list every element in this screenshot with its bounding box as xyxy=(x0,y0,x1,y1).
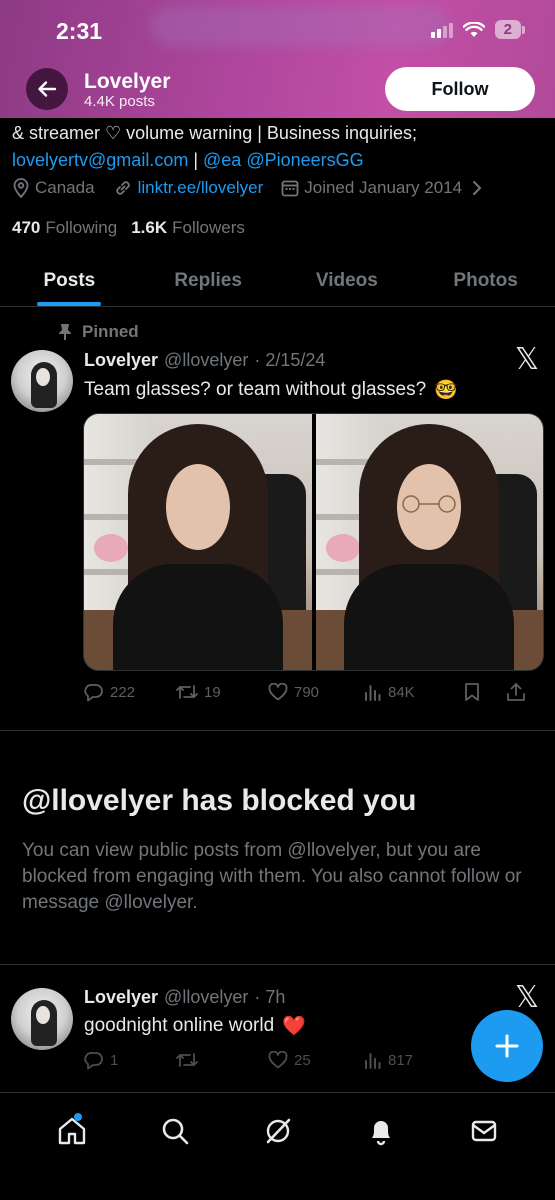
bio-separator: | xyxy=(188,150,204,170)
repost-button[interactable] xyxy=(176,1050,268,1070)
repost-button[interactable]: 19 xyxy=(176,682,268,702)
divider xyxy=(0,964,555,965)
post-date: · 7h xyxy=(254,987,286,1007)
bio-links: lovelyertv@gmail.com | @ea @PioneersGG xyxy=(12,147,542,174)
nav-grok[interactable] xyxy=(258,1111,298,1151)
profile-tabs: Posts Replies Videos Photos xyxy=(0,255,555,307)
location-pin-icon xyxy=(13,178,29,198)
views-button[interactable]: 817 xyxy=(364,1051,464,1069)
heart-icon xyxy=(268,683,288,701)
profile-link-text[interactable]: linktr.ee/llovelyer xyxy=(138,178,264,198)
calendar-icon xyxy=(281,180,299,197)
views-button[interactable]: 84K xyxy=(364,683,464,701)
avatar[interactable] xyxy=(11,350,73,412)
nav-notifications[interactable] xyxy=(361,1111,401,1151)
tab-photos[interactable]: Photos xyxy=(416,255,555,306)
profile-link[interactable]: linktr.ee/llovelyer xyxy=(113,178,264,198)
plus-icon xyxy=(495,1034,519,1058)
arrow-left-icon xyxy=(38,81,57,97)
post-header: Lovelyer @llovelyer · 2/15/24 xyxy=(84,350,325,371)
share-icon xyxy=(507,683,525,701)
tab-videos[interactable]: Videos xyxy=(278,255,417,306)
follow-counts: 470 Following 1.6K Followers xyxy=(12,218,245,238)
status-icons: 2 xyxy=(430,20,525,39)
reply-button[interactable]: 1 xyxy=(84,1050,176,1070)
follow-button[interactable]: Follow xyxy=(385,67,535,111)
tab-posts[interactable]: Posts xyxy=(0,255,139,306)
heart-emoji: ❤️ xyxy=(282,1016,306,1037)
post-text: Team glasses? or team without glasses? 🤓 xyxy=(84,379,458,401)
following-count[interactable]: 470 Following xyxy=(12,218,117,238)
repost-icon xyxy=(176,1053,198,1067)
divider xyxy=(0,730,555,731)
mention-pioneersgg[interactable]: @PioneersGG xyxy=(246,150,363,170)
post-handle[interactable]: @llovelyer xyxy=(164,350,248,371)
bio-email-link[interactable]: lovelyertv@gmail.com xyxy=(12,150,188,170)
reply-icon xyxy=(84,1052,103,1070)
back-button[interactable] xyxy=(26,68,68,110)
battery-icon: 2 xyxy=(494,20,525,39)
pin-icon xyxy=(59,324,71,340)
compose-button[interactable] xyxy=(471,1010,543,1082)
post-author[interactable]: Lovelyer xyxy=(84,350,158,371)
reply-icon xyxy=(84,684,103,702)
post-text: goodnight online world ❤️ xyxy=(84,1015,306,1037)
nav-home[interactable] xyxy=(52,1111,92,1151)
grok-icon xyxy=(266,1118,290,1144)
bottom-nav xyxy=(0,1092,555,1200)
x-logo-icon[interactable]: 𝕏 xyxy=(515,342,539,377)
post-actions: 222 19 790 84K xyxy=(84,682,544,702)
search-icon xyxy=(162,1118,188,1145)
location: Canada xyxy=(12,178,95,198)
x-logo-icon[interactable]: 𝕏 xyxy=(515,980,539,1015)
pinned-label: Pinned xyxy=(82,322,139,341)
profile-meta: Canada linktr.ee/llovelyer Joined Januar… xyxy=(12,178,501,198)
post-media[interactable] xyxy=(83,413,544,671)
blocked-description: You can view public posts from @llovelye… xyxy=(22,840,522,913)
views-icon xyxy=(365,685,381,701)
status-time: 2:31 xyxy=(56,18,103,44)
tab-replies[interactable]: Replies xyxy=(139,255,278,306)
reply-button[interactable]: 222 xyxy=(84,682,176,702)
notification-dot xyxy=(73,1113,82,1121)
battery-level: 2 xyxy=(494,20,521,39)
post-header: Lovelyer @llovelyer · 7h xyxy=(84,987,285,1008)
post-date: · 2/15/24 xyxy=(254,350,326,370)
followers-count[interactable]: 1.6K Followers xyxy=(131,218,245,238)
like-button[interactable]: 790 xyxy=(268,683,364,701)
mention-ea[interactable]: @ea xyxy=(203,150,241,170)
repost-icon xyxy=(176,685,198,699)
bell-icon xyxy=(371,1121,390,1146)
nav-search[interactable] xyxy=(155,1111,195,1151)
home-icon xyxy=(58,1117,85,1145)
link-icon xyxy=(115,181,130,195)
mail-icon xyxy=(471,1120,496,1142)
post-photo[interactable] xyxy=(84,414,312,670)
nerd-face-emoji: 🤓 xyxy=(434,380,458,401)
bio-line: & streamer ♡ volume warning | Business i… xyxy=(12,123,417,143)
like-button[interactable]: 25 xyxy=(268,1051,364,1069)
heart-icon xyxy=(268,1051,288,1069)
joined-date: Joined January 2014 xyxy=(281,178,483,198)
joined-text: Joined January 2014 xyxy=(304,178,463,197)
profile-bio: & streamer ♡ volume warning | Business i… xyxy=(12,120,542,174)
wifi-icon xyxy=(462,21,485,37)
blocked-title: @llovelyer has blocked you xyxy=(22,784,417,817)
bookmark-icon xyxy=(465,683,479,701)
signal-icon xyxy=(430,22,453,38)
share-button[interactable] xyxy=(506,682,526,702)
bookmark-button[interactable] xyxy=(464,682,506,702)
status-blur xyxy=(150,6,450,46)
post-author[interactable]: Lovelyer xyxy=(84,987,158,1008)
views-icon xyxy=(365,1053,381,1069)
nav-messages[interactable] xyxy=(464,1111,504,1151)
location-text: Canada xyxy=(35,178,95,197)
pinned-indicator: Pinned xyxy=(58,322,139,342)
post-handle[interactable]: @llovelyer xyxy=(164,987,248,1008)
post-photo[interactable] xyxy=(315,414,543,670)
chevron-right-icon[interactable] xyxy=(471,180,483,196)
header-name: Lovelyer xyxy=(84,70,171,93)
avatar[interactable] xyxy=(11,988,73,1050)
header-post-count: 4.4K posts xyxy=(84,93,155,110)
